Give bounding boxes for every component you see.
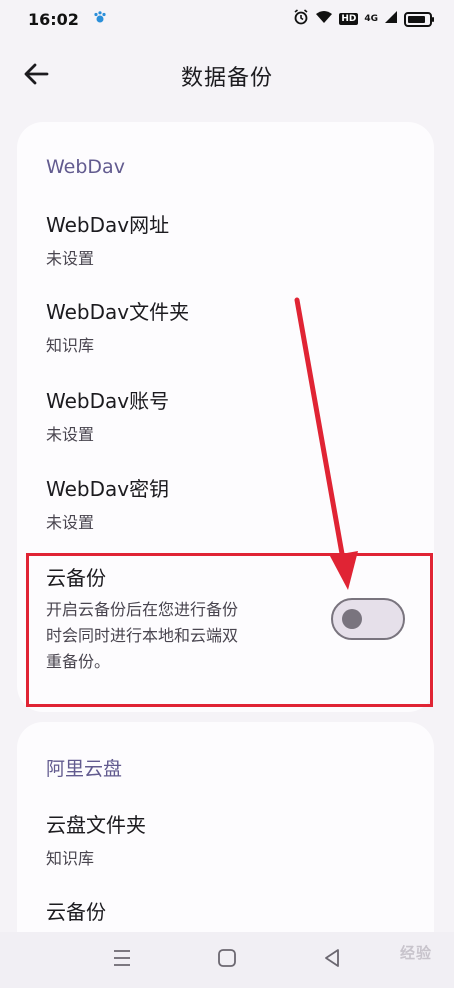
pref-webdav-key[interactable]: WebDav密钥 未设置: [46, 476, 414, 536]
back-triangle-icon: [323, 948, 341, 972]
pref-title: WebDav网址: [46, 213, 170, 237]
pref-summary: 知识库: [46, 849, 95, 868]
arrow-left-icon: [23, 63, 49, 89]
watermark: 经验: [399, 944, 432, 962]
network-badge: 4G: [364, 14, 378, 24]
status-bar: 16:02 HD 4G: [0, 0, 454, 38]
nav-home-button[interactable]: [207, 940, 247, 980]
navigation-bar: [0, 932, 454, 988]
webdav-card: WebDav WebDav网址 未设置 WebDav文件夹 知识库 WebDav…: [17, 122, 434, 712]
cloud-backup-toggle[interactable]: [331, 598, 405, 640]
status-left: 16:02: [28, 10, 107, 29]
pref-summary: 开启云备份后在您进行备份 时会同时进行本地和云端双 重备份。: [46, 597, 296, 675]
alarm-icon: [293, 9, 309, 29]
status-right: HD 4G: [293, 9, 434, 29]
app-bar: 数据备份: [0, 48, 454, 104]
home-icon: [217, 948, 237, 972]
pref-summary: 未设置: [46, 249, 95, 268]
toggle-knob: [342, 609, 362, 629]
menu-icon: [112, 949, 132, 971]
back-button[interactable]: [20, 60, 52, 92]
pref-aliyun-cloud-backup[interactable]: 云备份: [46, 899, 414, 925]
pref-title: WebDav账号: [46, 389, 170, 413]
nav-back-button[interactable]: [312, 940, 352, 980]
status-time: 16:02: [28, 9, 79, 29]
pref-summary: 知识库: [46, 336, 95, 355]
hd-badge: HD: [339, 13, 359, 25]
webdav-section-header: WebDav: [46, 156, 125, 178]
pref-title: 云盘文件夹: [46, 813, 146, 837]
pref-title: WebDav密钥: [46, 477, 170, 501]
pref-summary: 未设置: [46, 425, 95, 444]
pref-webdav-url[interactable]: WebDav网址 未设置: [46, 212, 414, 272]
pref-title: 云备份: [46, 566, 106, 590]
summary-line: 时会同时进行本地和云端双: [46, 626, 239, 645]
pref-webdav-account[interactable]: WebDav账号 未设置: [46, 388, 414, 448]
wifi-icon: [315, 10, 333, 28]
pref-cloud-folder[interactable]: 云盘文件夹 知识库: [46, 812, 414, 872]
paw-icon: [93, 10, 107, 28]
signal-icon: [384, 10, 398, 28]
summary-line: 开启云备份后在您进行备份: [46, 600, 239, 619]
pref-title: 云备份: [46, 900, 106, 924]
pref-summary: 未设置: [46, 513, 95, 532]
summary-line: 重备份。: [46, 652, 111, 671]
battery-icon: [404, 11, 434, 27]
page-title: 数据备份: [180, 66, 273, 91]
nav-menu-button[interactable]: [102, 940, 142, 980]
pref-title: WebDav文件夹: [46, 300, 190, 324]
aliyun-section-header: 阿里云盘: [46, 758, 123, 780]
pref-webdav-folder[interactable]: WebDav文件夹 知识库: [46, 299, 414, 359]
